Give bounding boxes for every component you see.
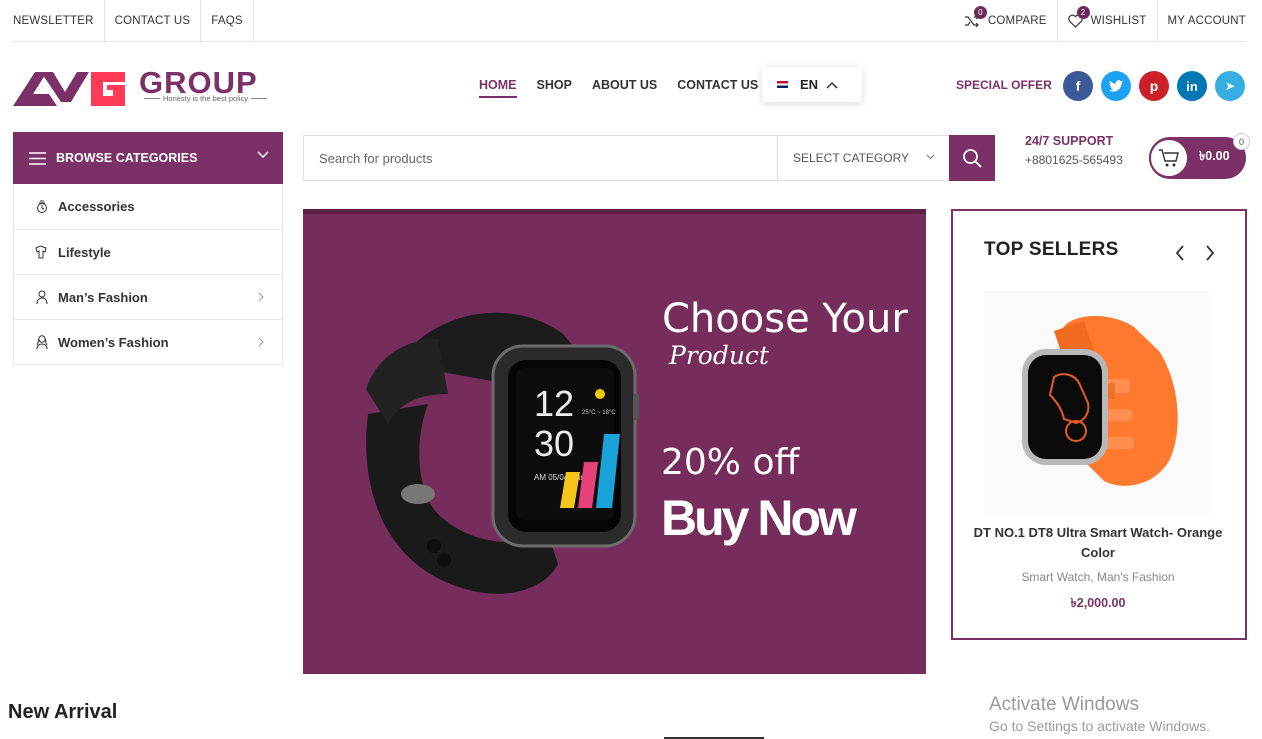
nav-home[interactable]: HOME: [479, 74, 517, 98]
category-label: Accessories: [58, 199, 135, 214]
browse-categories-label: BROWSE CATEGORIES: [56, 151, 198, 165]
chevron-right-icon[interactable]: [1205, 245, 1215, 261]
chevron-right-icon: [258, 337, 264, 347]
support-info: 24/7 SUPPORT +8801625-565493: [1025, 134, 1123, 167]
smartwatch-image: 12 30 25°C ~ 18°C AM 05/04 Sun: [366, 312, 639, 594]
nav-shop[interactable]: SHOP: [537, 74, 572, 98]
cart-icon: [1149, 138, 1189, 178]
nav-about-us[interactable]: ABOUT US: [592, 74, 657, 98]
product-name[interactable]: DT NO.1 DT8 Ultra Smart Watch- Orange Co…: [973, 523, 1223, 563]
nav-contact-us[interactable]: CONTACT US: [677, 74, 758, 98]
search-icon: [963, 149, 982, 168]
category-select-value: SELECT CATEGORY: [793, 151, 910, 165]
category-label: Women’s Fashion: [58, 334, 169, 350]
compare-link[interactable]: 0 COMPARE: [954, 0, 1057, 41]
logo-mark-icon: [13, 72, 125, 106]
support-title: 24/7 SUPPORT: [1025, 134, 1114, 148]
watermark-line-2: Go to Settings to activate Windows.: [989, 718, 1210, 734]
language-selector[interactable]: EN: [762, 67, 862, 102]
browse-categories-toggle[interactable]: BROWSE CATEGORIES: [13, 132, 283, 184]
windows-activation-watermark: Activate Windows Go to Settings to activ…: [989, 694, 1210, 734]
accessories-icon: [34, 199, 50, 215]
lifestyle-icon: [34, 244, 50, 260]
section-title-new-arrival: New Arrival: [8, 701, 118, 723]
wishlist-label: WISHLIST: [1090, 14, 1147, 27]
special-offer-link[interactable]: SPECIAL OFFER: [956, 78, 1052, 92]
hero-subheadline: Product: [669, 341, 769, 370]
category-item-womens-fashion[interactable]: Women’s Fashion: [14, 319, 282, 364]
category-item-mans-fashion[interactable]: Man’s Fashion: [14, 274, 282, 319]
watermark-line-1: Activate Windows: [989, 694, 1139, 715]
shuffle-icon: 0: [964, 5, 987, 28]
chevron-up-icon: [826, 81, 838, 89]
language-code: EN: [800, 77, 819, 92]
chevron-left-icon[interactable]: [1175, 245, 1185, 261]
watch-hour: 12: [534, 383, 574, 424]
search-input[interactable]: [304, 136, 777, 180]
top-bar-left-links: NEWSLETTER CONTACT US FAQS: [13, 0, 254, 41]
search-bar: SELECT CATEGORY: [303, 135, 995, 181]
telegram-icon[interactable]: ➤: [1215, 71, 1245, 101]
category-item-accessories[interactable]: Accessories: [14, 184, 282, 229]
heart-icon: 2: [1067, 5, 1090, 28]
wishlist-count-badge: 2: [1076, 5, 1090, 19]
product-image[interactable]: [984, 291, 1210, 513]
chevron-down-icon: [257, 151, 269, 159]
facebook-icon[interactable]: f: [1063, 71, 1093, 101]
contact-us-link[interactable]: CONTACT US: [105, 0, 202, 41]
man-icon: [34, 289, 50, 305]
cart-count-badge: 0: [1233, 133, 1250, 150]
site-logo[interactable]: GROUP Honesty is the best policy: [13, 65, 273, 109]
faqs-link[interactable]: FAQS: [201, 0, 254, 41]
top-bar-right-links: 0 COMPARE 2 WISHLIST MY ACCOUNT: [954, 0, 1246, 41]
cart-amount: ৳0.00: [1199, 149, 1230, 163]
chevron-down-icon: [926, 154, 935, 160]
hero-banner[interactable]: 12 30 25°C ~ 18°C AM 05/04 Sun Choose Yo…: [303, 209, 926, 674]
support-phone[interactable]: +8801625-565493: [1025, 153, 1123, 167]
woman-icon: [34, 334, 50, 350]
social-links: f p in ➤: [1063, 71, 1253, 101]
main-nav: HOME SHOP ABOUT US CONTACT US: [479, 74, 778, 98]
category-list: Accessories Lifestyle Man’s Fashion Wome…: [13, 184, 283, 365]
watch-temperature: 25°C ~ 18°C: [582, 410, 616, 416]
newsletter-link[interactable]: NEWSLETTER: [13, 0, 105, 41]
search-button[interactable]: [949, 135, 995, 181]
category-select[interactable]: SELECT CATEGORY: [777, 136, 949, 180]
hero-buy-now[interactable]: Buy Now: [661, 489, 857, 547]
logo-tagline: Honesty is the best policy: [141, 94, 270, 103]
pinterest-icon[interactable]: p: [1139, 71, 1169, 101]
category-label: Man’s Fashion: [58, 289, 148, 305]
chevron-right-icon: [258, 292, 264, 302]
product-categories[interactable]: Smart Watch, Man's Fashion: [973, 570, 1223, 584]
category-item-lifestyle[interactable]: Lifestyle: [14, 229, 282, 274]
top-sellers-widget: TOP SELLERS DT NO.1 DT8 Ultra Smart Watc…: [951, 209, 1247, 640]
linkedin-icon[interactable]: in: [1177, 71, 1207, 101]
compare-label: COMPARE: [987, 14, 1047, 27]
product-price: ৳2,000.00: [1070, 596, 1126, 610]
compare-count-badge: 0: [973, 5, 987, 19]
hero-discount: 20% off: [661, 442, 800, 483]
top-sellers-title: TOP SELLERS: [984, 239, 1119, 260]
top-bar: NEWSLETTER CONTACT US FAQS 0 COMPARE 2 W…: [13, 0, 1246, 42]
twitter-icon[interactable]: [1101, 71, 1131, 101]
uk-flag-icon: [777, 81, 788, 88]
hamburger-menu-icon: [29, 151, 46, 165]
my-account-link[interactable]: MY ACCOUNT: [1156, 0, 1246, 41]
cart-button[interactable]: ৳0.00 0: [1149, 133, 1250, 179]
watch-minute: 30: [534, 423, 574, 464]
wishlist-link[interactable]: 2 WISHLIST: [1056, 0, 1157, 41]
hero-headline: Choose Your: [662, 296, 908, 342]
category-label: Lifestyle: [58, 244, 111, 260]
